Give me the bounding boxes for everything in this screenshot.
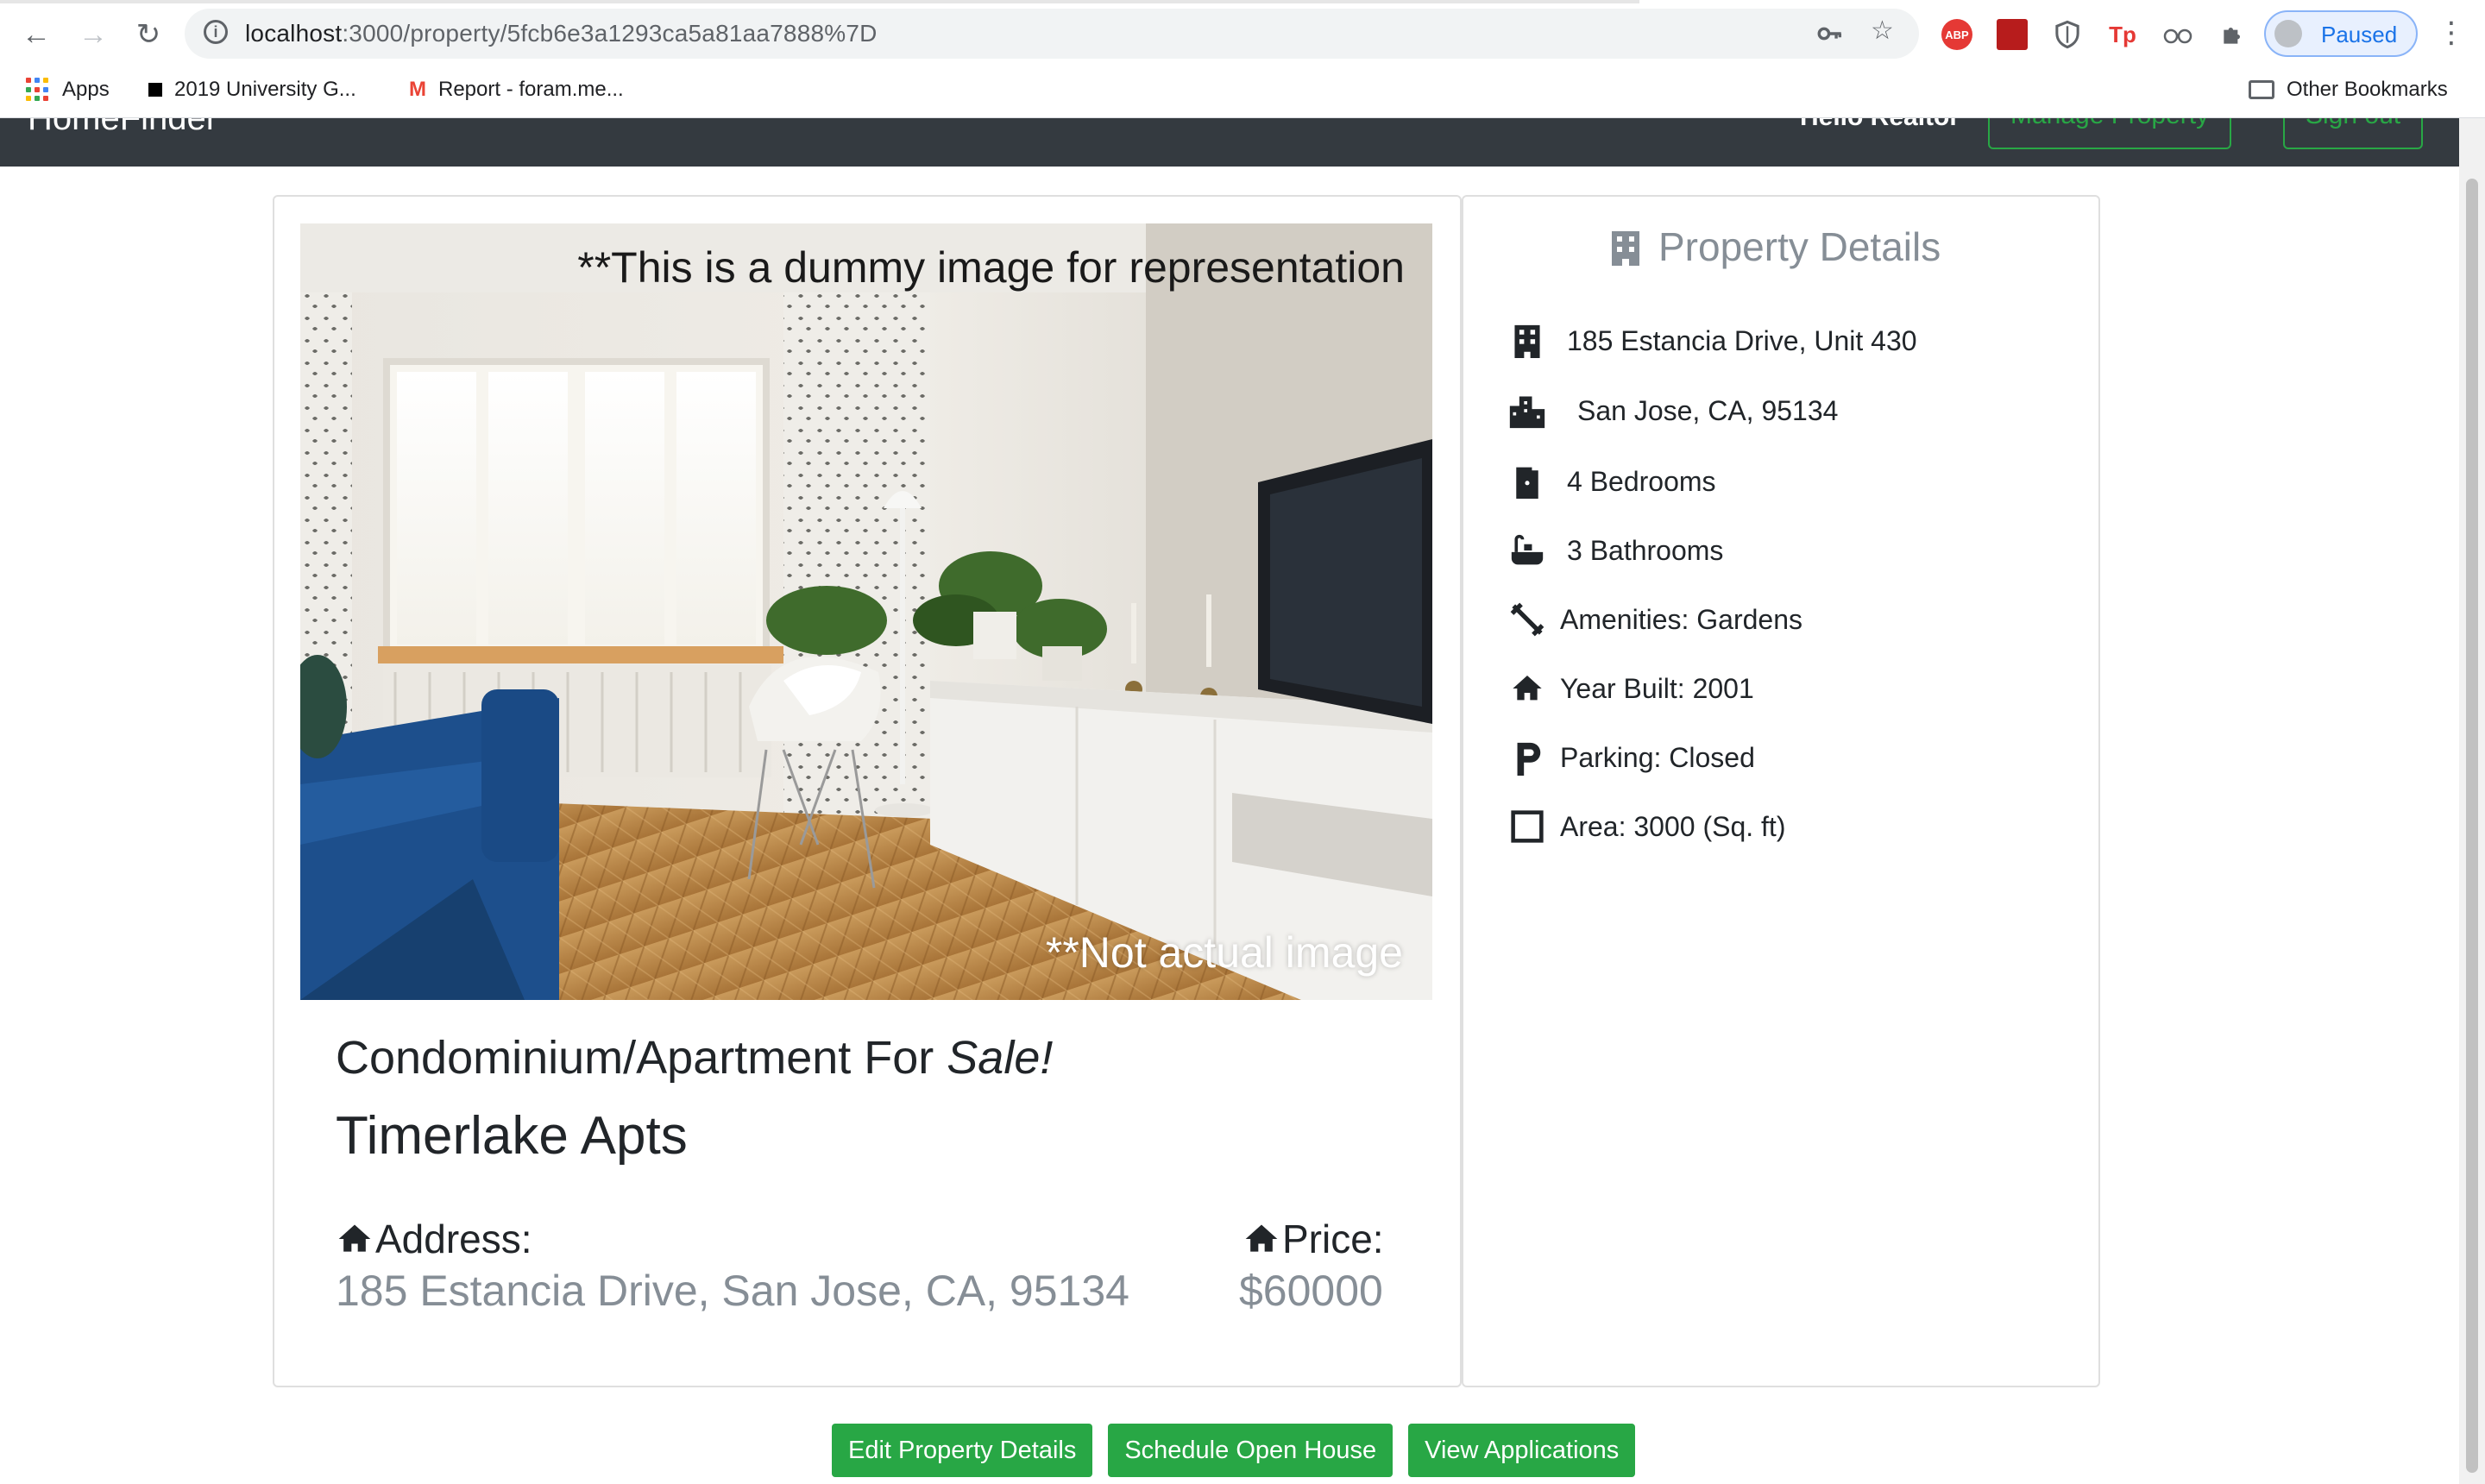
detail-text: 185 Estancia Drive, Unit 430 [1567,324,1917,356]
shield-extension-icon[interactable] [2052,19,2083,50]
bookmark-apps-label: Apps [62,78,110,101]
url-host: localhost [245,20,343,47]
link-extension-icon[interactable] [2162,19,2193,50]
detail-text: Area: 3000 (Sq. ft) [1560,810,1786,842]
parking-icon [1508,739,1546,777]
address-bar[interactable]: i localhost:3000/property/5fcb6e3a1293ca… [185,9,1919,59]
gmail-icon: M [409,78,426,101]
price-value: $60000 [1239,1267,1383,1315]
folder-icon [2249,80,2274,99]
detail-text: Amenities: Gardens [1560,603,1803,635]
brand-logo[interactable]: HomeFinder [28,118,217,138]
detail-row-area: Area: 3000 (Sq. ft) [1508,808,1785,846]
detail-row-amenities: Amenities: Gardens [1508,601,1802,638]
other-bookmarks[interactable]: Other Bookmarks [2249,78,2448,102]
tp-label: Tp [2109,21,2136,47]
details-heading-text: Property Details [1658,224,1941,269]
building-icon [1612,231,1639,266]
reload-icon[interactable]: ↻ [126,12,171,57]
tp-extension-icon[interactable]: Tp [2107,19,2138,50]
home-icon [1245,1224,1278,1252]
adblock-label: ABP [1945,28,1969,41]
detail-text: San Jose, CA, 95134 [1577,394,1839,426]
detail-row-parking: Parking: Closed [1508,739,1755,777]
app-navbar: HomeFinder Hello Realtor Manage Property… [0,118,2459,167]
browser-menu-icon[interactable]: ⋮ [2437,16,2466,50]
other-bookmarks-label: Other Bookmarks [2287,78,2448,101]
room-illustration [300,223,1432,1000]
greeting-text: Hello Realtor [1800,118,1960,132]
url-text[interactable]: localhost:3000/property/5fcb6e3a1293ca5a… [245,20,878,47]
bookmark-favicon-icon [148,83,162,97]
red-extension-icon[interactable] [1997,19,2028,50]
listing-title-emphasis: Sale! [947,1032,1054,1084]
bookmark-report[interactable]: M Report - foram.me... [409,78,624,102]
site-info-icon[interactable]: i [204,20,228,44]
view-applications-button[interactable]: View Applications [1408,1424,1636,1477]
detail-row-year: Year Built: 2001 [1508,670,1754,707]
forward-icon[interactable]: → [71,12,116,57]
manage-property-button[interactable]: Manage Property [1988,118,2232,149]
city-icon [1508,392,1546,430]
home-icon [338,1224,371,1252]
bookmark-university[interactable]: 2019 University G... [148,78,356,102]
detail-row-bathrooms: 3 Bathrooms [1508,531,1723,569]
detail-text: Parking: Closed [1560,741,1755,773]
sign-out-button[interactable]: Sign out [2283,118,2424,149]
url-path: :3000/property/5fcb6e3a1293ca5a81aa7888%… [342,20,878,47]
photo-caption-bottom-text: **Not actual image [1045,928,1403,977]
profile-status: Paused [2321,22,2398,47]
property-details-card [1462,195,2100,1387]
building-icon [1508,322,1546,360]
bath-icon [1508,531,1546,569]
browser-toolbar: ← → ↻ i localhost:3000/property/5fcb6e3a… [0,0,2485,67]
detail-text: Year Built: 2001 [1560,672,1754,704]
details-heading: Property Details [1608,223,1941,270]
dumbbell-icon [1508,601,1546,638]
bookmark-university-label: 2019 University G... [174,78,356,101]
page-scrollbar[interactable] [2459,118,2485,1484]
edit-property-button[interactable]: Edit Property Details [832,1424,1093,1477]
address-label: Address: [375,1217,532,1261]
key-icon[interactable] [1815,19,1845,55]
property-photo: **This is a dummy image for representati… [300,223,1432,1000]
detail-row-address: 185 Estancia Drive, Unit 430 [1508,322,1917,360]
price-heading: Price: [1242,1216,1384,1262]
bookmark-apps[interactable]: Apps [26,78,110,102]
detail-row-bedrooms: 4 Bedrooms [1508,462,1716,500]
profile-button[interactable]: Paused [2264,10,2418,57]
action-buttons: Edit Property Details Schedule Open Hous… [832,1424,1636,1477]
price-label: Price: [1282,1217,1384,1261]
bookmark-report-label: Report - foram.me... [438,78,624,101]
listing-title-prefix: Condominium/Apartment For [336,1032,947,1084]
scrollbar-thumb[interactable] [2466,179,2478,1473]
photo-caption-top: **This is a dummy image for representati… [577,243,1405,292]
detail-text: 3 Bathrooms [1567,534,1724,566]
detail-row-city: San Jose, CA, 95134 [1508,392,1838,430]
square-icon [1508,808,1546,846]
bookmarks-bar: Apps 2019 University G... M Report - for… [0,67,2485,118]
detail-text: 4 Bedrooms [1567,465,1716,497]
listing-title: Condominium/Apartment For Sale! [336,1031,1053,1085]
door-icon [1508,462,1546,500]
address-value: 185 Estancia Drive, San Jose, CA, 95134 [336,1267,1129,1315]
page-viewport: HomeFinder Hello Realtor Manage Property… [0,118,2459,1484]
address-heading: Address: [336,1216,532,1262]
loading-bar [0,0,1639,3]
photo-caption-bottom: **Not actual image [1046,928,1403,978]
back-icon[interactable]: ← [14,12,59,57]
home-icon [1508,670,1546,707]
bookmark-star-icon[interactable]: ☆ [1871,16,1894,46]
adblock-extension-icon[interactable]: ABP [1941,19,1972,50]
schedule-open-house-button[interactable]: Schedule Open House [1108,1424,1393,1477]
extensions-puzzle-icon[interactable] [2218,19,2249,50]
listing-name: Timerlake Apts [336,1106,688,1166]
profile-avatar-icon [2274,20,2302,47]
apps-grid-icon [26,78,50,102]
